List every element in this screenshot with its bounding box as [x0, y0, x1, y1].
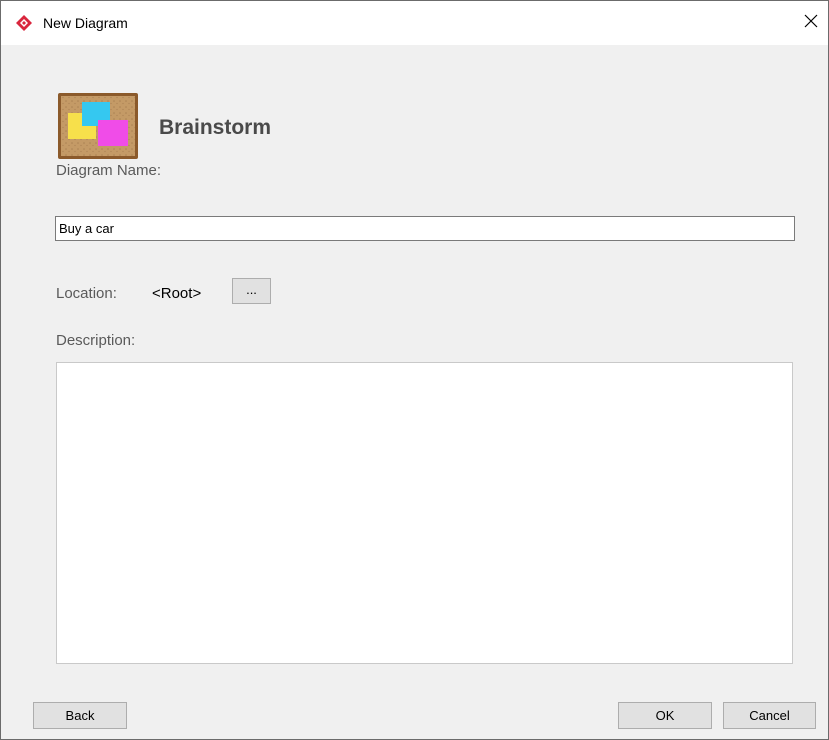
- dialog-content: Brainstorm Diagram Name: Location: <Root…: [1, 45, 828, 739]
- location-value: <Root>: [152, 285, 202, 302]
- new-diagram-dialog: New Diagram Brainstorm Diagram Name: Buy…: [0, 0, 829, 740]
- description-textarea[interactable]: [56, 362, 793, 664]
- window-title: New Diagram: [43, 15, 128, 31]
- diagram-name-label: Diagram Name:: [56, 162, 162, 179]
- diagram-name-input[interactable]: [55, 216, 795, 241]
- description-label: Description:: [56, 332, 136, 349]
- back-button[interactable]: Back: [33, 702, 127, 729]
- ok-button[interactable]: OK: [618, 702, 712, 729]
- browse-location-button[interactable]: ...: [232, 278, 271, 304]
- location-label: Location:: [56, 285, 117, 302]
- close-button[interactable]: [794, 1, 828, 45]
- title-bar: New Diagram: [1, 1, 828, 45]
- close-icon: [804, 14, 818, 33]
- diagram-type-title: Brainstorm: [159, 116, 272, 139]
- brainstorm-board-icon: [58, 93, 138, 159]
- app-logo-icon: [15, 14, 33, 32]
- cancel-button[interactable]: Cancel: [723, 702, 816, 729]
